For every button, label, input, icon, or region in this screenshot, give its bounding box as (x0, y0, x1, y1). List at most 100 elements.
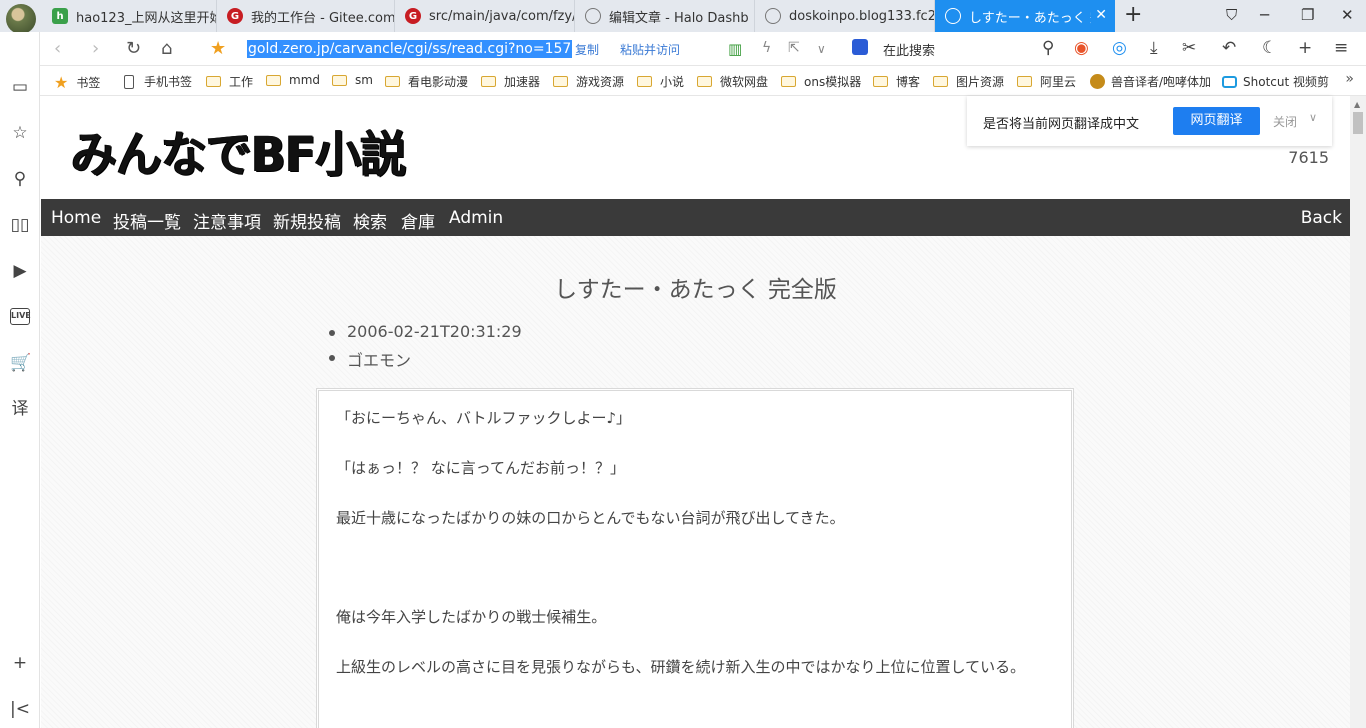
globe-icon (585, 8, 601, 24)
bookmark-item[interactable]: Shotcut 视频剪 (1222, 73, 1340, 90)
chevron-down-icon[interactable]: ∨ (817, 42, 826, 56)
tab-fc2-blog[interactable]: doskoinpo.blog133.fc2 (755, 0, 935, 32)
tab-gitee-src[interactable]: G src/main/java/com/fzy/ (395, 0, 575, 32)
menu-new-post[interactable]: 新規投稿 (273, 208, 341, 233)
bookmark-folder[interactable]: sm (332, 73, 373, 87)
close-icon[interactable]: ✕ (1095, 7, 1107, 23)
home-icon[interactable]: ⌂ (161, 38, 172, 59)
minimize-icon[interactable]: ─ (1260, 6, 1269, 24)
tab-sister-attack[interactable]: しすたー・あたっく 完 ✕ (935, 0, 1115, 32)
menu-icon[interactable]: ≡ (1334, 38, 1348, 58)
book-icon[interactable]: ▯▯ (10, 215, 30, 235)
baidu-paw-icon[interactable] (852, 39, 868, 55)
menu-back[interactable]: Back (1301, 208, 1342, 228)
video-icon[interactable]: ▶ (10, 261, 30, 281)
add-icon[interactable]: + (10, 653, 30, 673)
new-tab-icon[interactable]: + (1124, 4, 1142, 26)
web-page: みんなでBF小説 7615 Home 投稿一覧 注意事項 新規投稿 検索 倉庫 … (41, 96, 1350, 728)
folder-icon (933, 76, 948, 87)
chevron-down-icon[interactable]: ∨ (1309, 111, 1317, 124)
undo-icon[interactable]: ↶ (1222, 38, 1236, 58)
tab-halo-dashboard[interactable]: 编辑文章 - Halo Dashb (575, 0, 755, 32)
scrollbar-thumb[interactable] (1353, 112, 1363, 134)
forward-arrow-icon[interactable]: › (92, 38, 99, 59)
live-icon[interactable]: LIVE (10, 308, 31, 325)
translate-close-button[interactable]: 关闭 (1273, 113, 1297, 130)
site-logo[interactable]: みんなでBF小説 (71, 116, 406, 185)
post-date: 2006-02-21T20:31:29 (329, 322, 522, 347)
bookmark-item[interactable]: ★ 书签 (54, 73, 100, 92)
paragraph: 上級生のレベルの高さに目を見張りながらも、研鑽を続け新入生の中ではかなり上位に位… (336, 658, 1026, 676)
address-bar: ‹ › ↻ ⌂ ★ gold.zero.jp/carvancle/cgi/ss/… (40, 32, 1366, 66)
bookmark-folder[interactable]: 小说 (637, 73, 684, 90)
tab-gitee-workbench[interactable]: G 我的工作台 - Gitee.com (217, 0, 395, 32)
share-icon[interactable]: ⇱ (788, 40, 800, 56)
reload-icon[interactable]: ↻ (126, 38, 141, 59)
collapse-sidebar-icon[interactable]: |< (10, 699, 30, 719)
copy-url-button[interactable]: 复制 (575, 41, 599, 58)
star-icon[interactable]: ☆ (10, 123, 30, 143)
bookmark-item[interactable]: 兽音译者/咆哮体加 (1090, 73, 1210, 90)
paragraph: 「おにーちゃん、バトルファックしよー♪」 (336, 409, 632, 427)
gitee-icon: G (405, 8, 421, 24)
bookmark-folder[interactable]: ons模拟器 (781, 73, 861, 90)
bookmark-folder[interactable]: 看电影动漫 (385, 73, 468, 90)
tab-label: hao123_上网从这里开始 (76, 10, 216, 26)
shotcut-icon (1222, 75, 1237, 88)
translate-icon[interactable]: 译 (10, 399, 30, 419)
extension-icon[interactable]: ◎ (1112, 38, 1127, 58)
search-input[interactable]: 在此搜索 (883, 40, 935, 59)
tab-label: src/main/java/com/fzy/ (429, 8, 574, 24)
bookmarks-bar: ★ 书签 手机书签 工作 mmd sm 看电影动漫 加速器 游戏资源 小说 微软网… (40, 66, 1366, 96)
bookmark-folder[interactable]: mmd (266, 73, 320, 87)
search-icon[interactable]: ⚲ (1042, 38, 1054, 58)
plus-icon[interactable]: + (1298, 38, 1312, 58)
back-arrow-icon[interactable]: ‹ (54, 38, 61, 59)
menu-post-list[interactable]: 投稿一覧 (113, 208, 181, 233)
paragraph: 最近十歳になったばかりの妹の口からとんでもない台詞が飛び出してきた。 (336, 509, 845, 527)
game-icon[interactable]: ◉ (1074, 38, 1089, 58)
bookmark-folder[interactable]: 加速器 (481, 73, 540, 90)
flash-icon[interactable]: ϟ (762, 40, 771, 56)
post-title: しすたー・あたっく 完全版 (554, 277, 837, 303)
left-sidebar: ▭ ☆ ⚲ ▯▯ ▶ LIVE 🛒 译 + |< (0, 32, 40, 728)
folder-icon (206, 76, 221, 87)
menu-home[interactable]: Home (51, 208, 101, 228)
search-icon[interactable]: ⚲ (10, 169, 30, 189)
bookmark-star-icon[interactable]: ★ (210, 38, 226, 59)
tab-hao123[interactable]: h hao123_上网从这里开始 (42, 0, 217, 32)
menu-archive[interactable]: 倉庫 (401, 208, 435, 233)
translate-button[interactable]: 网页翻译 (1173, 107, 1260, 135)
menu-notes[interactable]: 注意事項 (193, 208, 261, 233)
globe-icon (765, 8, 781, 24)
night-mode-icon[interactable]: ☾ (1262, 38, 1277, 58)
globe-icon (945, 8, 961, 24)
bookmark-folder[interactable]: 微软网盘 (697, 73, 768, 90)
more-bookmarks-icon[interactable]: » (1345, 71, 1354, 87)
scissors-icon[interactable]: ✂ (1182, 38, 1196, 58)
menu-search[interactable]: 検索 (353, 208, 387, 233)
bookmark-folder[interactable]: 博客 (873, 73, 920, 90)
inbox-icon[interactable]: ▭ (10, 77, 30, 97)
bookmark-folder[interactable]: 阿里云 (1017, 73, 1076, 90)
bookmark-folder[interactable]: 游戏资源 (553, 73, 624, 90)
menu-admin[interactable]: Admin (449, 208, 503, 228)
bookmark-folder[interactable]: 工作 (206, 73, 253, 90)
shirt-icon[interactable]: ⛉ (1226, 6, 1237, 24)
paste-go-button[interactable]: 粘贴并访问 (620, 41, 680, 58)
tab-label: doskoinpo.blog133.fc2 (789, 8, 934, 24)
url-input[interactable]: gold.zero.jp/carvancle/cgi/ss/read.cgi?n… (247, 40, 573, 58)
cart-icon[interactable]: 🛒 (10, 353, 31, 373)
user-avatar[interactable] (6, 4, 36, 34)
folder-icon (553, 76, 568, 87)
bookmark-item[interactable]: 手机书签 (124, 73, 192, 90)
maximize-icon[interactable]: ❐ (1301, 6, 1314, 24)
folder-icon (332, 74, 347, 86)
window-close-icon[interactable]: ✕ (1341, 6, 1354, 24)
page-scrollbar[interactable]: ▲ (1350, 96, 1366, 728)
download-icon[interactable]: ⤓ (1150, 38, 1158, 58)
tab-label: 编辑文章 - Halo Dashb (609, 10, 749, 26)
bookmark-folder[interactable]: 图片资源 (933, 73, 1004, 90)
scroll-up-icon[interactable]: ▲ (1354, 100, 1360, 109)
reader-mode-icon[interactable]: ▥ (728, 40, 742, 58)
